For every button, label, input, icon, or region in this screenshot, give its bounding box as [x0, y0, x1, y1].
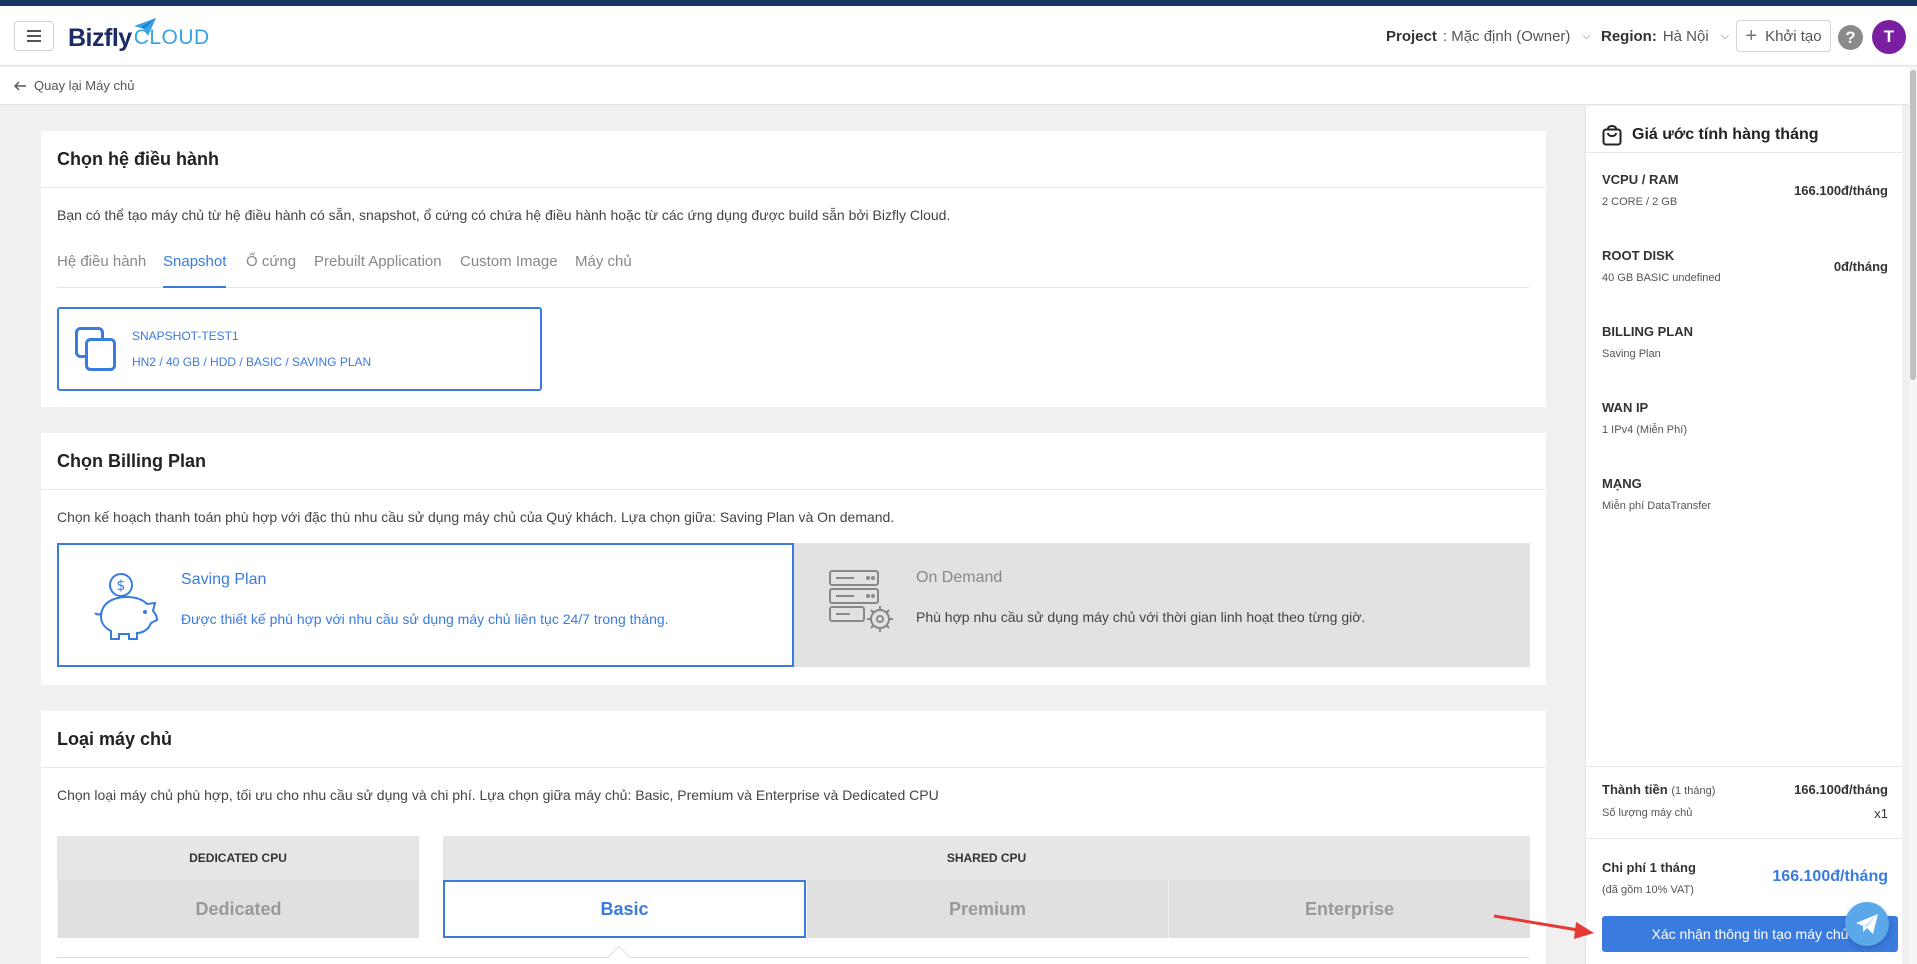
os-section-description: Bạn có thể tạo máy chủ từ hệ điều hành c… — [57, 207, 951, 223]
divider — [41, 767, 1546, 768]
network-label: MẠNG — [1602, 476, 1642, 491]
dedicated-cpu-header: DEDICATED CPU — [57, 836, 419, 880]
shopping-bag-icon — [1602, 125, 1622, 146]
option-basic[interactable]: Basic — [443, 880, 806, 938]
root-disk-value: 40 GB BASIC undefined — [1602, 272, 1721, 284]
project-value: : Mặc định (Owner) — [1442, 28, 1571, 45]
option-premium[interactable]: Premium — [806, 880, 1168, 938]
divider — [41, 187, 1546, 188]
billing-section-description: Chọn kế hoạch thanh toán phù hợp với đặc… — [57, 509, 895, 525]
wan-ip-label: WAN IP — [1602, 400, 1649, 415]
server-type-section: Loại máy chủ Chọn loại máy chủ phù hợp, … — [41, 711, 1546, 964]
paper-plane-icon — [1856, 914, 1878, 934]
vat-note: (đã gồm 10% VAT) — [1602, 884, 1694, 896]
hamburger-menu-button[interactable] — [14, 21, 54, 51]
quantity-label: Số lượng máy chủ — [1602, 807, 1693, 819]
wan-ip-value: 1 IPv4 (Miễn Phí) — [1602, 424, 1687, 436]
copy-icon — [75, 327, 116, 371]
root-disk-price: 0đ/tháng — [1833, 259, 1888, 274]
billing-plan-section: Chọn Billing Plan Chọn kế hoạch thanh to… — [41, 433, 1546, 685]
estimate-title: Giá ước tính hàng tháng — [1602, 120, 1819, 150]
plan-name: On Demand — [916, 569, 1003, 586]
subtotal-period: (1 tháng) — [1671, 785, 1716, 797]
shared-cpu-header: SHARED CPU — [443, 836, 1530, 880]
create-label: Khởi tạo — [1765, 27, 1822, 45]
estimate-title-text: Giá ước tính hàng tháng — [1632, 126, 1819, 143]
vcpu-ram-label: VCPU / RAM — [1602, 172, 1679, 187]
divider — [41, 489, 1546, 490]
divider — [1586, 766, 1902, 767]
billing-plan-label: BILLING PLAN — [1602, 324, 1693, 339]
tab-custom-image[interactable]: Custom Image — [460, 250, 558, 288]
telegram-chat-button[interactable] — [1845, 902, 1889, 946]
billing-plan-value: Saving Plan — [1602, 348, 1661, 360]
grand-total-label: Chi phí 1 tháng — [1602, 860, 1696, 875]
chevron-down-icon: ⌵ — [1720, 30, 1730, 42]
tab-may-chu[interactable]: Máy chủ — [575, 250, 632, 288]
chevron-down-icon: ⌵ — [1582, 30, 1591, 42]
option-enterprise[interactable]: Enterprise — [1168, 880, 1530, 938]
grand-total-price: 166.100đ/tháng — [1772, 868, 1888, 885]
tab-prebuilt-application[interactable]: Prebuilt Application — [314, 250, 442, 288]
snapshot-spec: HN2 / 40 GB / HDD / BASIC / SAVING PLAN — [132, 355, 372, 369]
divider — [57, 957, 1529, 958]
subtotal-label: Thành tiền (1 tháng) — [1602, 782, 1715, 797]
vcpu-ram-value: 2 CORE / 2 GB — [1602, 196, 1678, 208]
region-value: Hà Nội — [1662, 28, 1709, 45]
snapshot-name: SNAPSHOT-TEST1 — [132, 329, 239, 343]
breadcrumb-bar: Quay lại Máy chủ — [0, 67, 1917, 105]
divider — [1586, 152, 1902, 153]
tab-he-dieu-hanh[interactable]: Hệ điều hành — [57, 250, 146, 288]
avatar[interactable]: T — [1872, 20, 1906, 54]
create-button[interactable]: + Khởi tạo — [1736, 20, 1831, 52]
annotation-arrow — [1493, 914, 1594, 939]
svg-text:$: $ — [117, 578, 126, 594]
billing-section-title: Chọn Billing Plan — [57, 451, 206, 471]
back-label: Quay lại Máy chủ — [34, 78, 135, 93]
plan-saving-plan[interactable]: $ Saving Plan Được thiết kế phù hợp với … — [57, 543, 794, 667]
bizfly-logo[interactable]: Bizfly CLOUD — [68, 18, 210, 56]
server-gear-icon — [829, 570, 893, 632]
region-selector[interactable]: Region: Hà Nội ⌵ — [1601, 28, 1729, 45]
os-section-title: Chọn hệ điều hành — [57, 149, 219, 169]
subtotal-label-text: Thành tiền — [1602, 782, 1668, 797]
help-icon[interactable]: ? — [1838, 25, 1863, 50]
back-link[interactable]: Quay lại Máy chủ — [14, 78, 134, 93]
os-section: Chọn hệ điều hành Bạn có thể tạo máy chủ… — [41, 131, 1546, 407]
project-selector[interactable]: Project : Mặc định (Owner) ⌵ — [1386, 28, 1591, 45]
paper-plane-logo-icon — [134, 18, 156, 36]
project-label: Project — [1386, 28, 1437, 45]
tab-o-cung[interactable]: Ổ cứng — [246, 250, 296, 288]
quantity-value: x1 — [1874, 806, 1888, 821]
plan-description: Được thiết kế phù hợp với nhu cầu sử dụn… — [181, 611, 669, 627]
selected-caret — [607, 945, 631, 964]
os-source-tabs: Hệ điều hành Snapshot Ổ cứng Prebuilt Ap… — [57, 250, 1529, 288]
network-value: Miễn phí DataTransfer — [1602, 500, 1712, 512]
piggy-bank-icon: $ — [94, 573, 159, 640]
top-header: Bizfly CLOUD Project : Mặc định (Owner) … — [0, 6, 1917, 66]
plus-icon: + — [1745, 25, 1758, 47]
plan-name: Saving Plan — [181, 571, 267, 588]
divider — [1586, 838, 1902, 839]
tab-snapshot[interactable]: Snapshot — [163, 250, 227, 288]
server-type-description: Chọn loại máy chủ phù hợp, tối ưu cho nh… — [57, 787, 939, 803]
plan-on-demand[interactable]: On Demand Phù hợp nhu cầu sử dụng máy ch… — [794, 543, 1530, 667]
region-label: Region: — [1601, 28, 1657, 45]
brand-main: Bizfly — [68, 23, 132, 52]
arrow-left-icon — [14, 81, 26, 90]
price-estimate-panel: Giá ước tính hàng tháng VCPU / RAM 2 COR… — [1585, 106, 1902, 964]
snapshot-card[interactable]: SNAPSHOT-TEST1 HN2 / 40 GB / HDD / BASIC… — [57, 307, 542, 391]
subtotal-price: 166.100đ/tháng — [1794, 782, 1888, 797]
hamburger-icon — [27, 30, 41, 42]
page-scrollbar-thumb[interactable] — [1910, 70, 1916, 380]
option-dedicated[interactable]: Dedicated — [57, 880, 419, 938]
root-disk-label: ROOT DISK — [1602, 248, 1675, 263]
plan-description: Phù hợp nhu cầu sử dụng máy chủ với thời… — [916, 609, 1366, 625]
vcpu-ram-price: 166.100đ/tháng — [1794, 183, 1888, 198]
server-type-title: Loại máy chủ — [57, 729, 173, 749]
